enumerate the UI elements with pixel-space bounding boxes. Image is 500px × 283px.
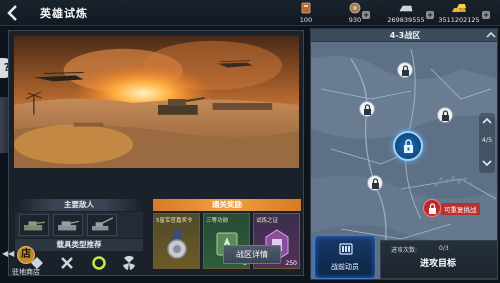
resource-gold: 3511202125 + [436,2,490,24]
add-tokens-button[interactable]: + [362,11,370,19]
attack-target-button[interactable]: 进攻目标 [403,255,473,273]
radiation-icon [123,255,135,270]
page-down-button[interactable] [481,157,493,169]
main-enemies-header: 主要敌人 [15,199,143,211]
pre-battle-mobilize-button[interactable]: 战前动员 [314,235,376,279]
vehicle-type-heavy[interactable] [91,255,107,271]
attack-panel: 进攻次数: 0/3 进攻目标 [380,240,498,279]
clear-rewards-header: 通关奖励 [153,199,301,211]
repeatable-challenge-label: 可重复挑战 [441,203,480,215]
back-button[interactable] [4,4,22,22]
base-shop-button[interactable]: ◀◀ 店 驻地商店 [2,246,62,280]
map-node-locked[interactable] [397,62,413,78]
enemy-list [15,212,143,238]
add-gold-button[interactable]: + [482,11,490,19]
resource-silver: 269839555 + [384,2,434,24]
map-node-current[interactable] [393,131,423,161]
shop-label: 驻地商店 [12,268,40,276]
page-title: 英雄试炼 [40,7,88,20]
resource-value: 100 [299,16,313,24]
enemy-artillery[interactable] [87,214,117,236]
artillery-icon [92,217,114,231]
map-collapse-button[interactable] [485,29,497,41]
reward-title: 试炼之证 [256,218,279,224]
zone-title: 4-3战区 [389,31,421,40]
resource-stamina: 100 [296,2,316,24]
enemy-tank-2[interactable] [53,214,83,236]
attack-count-label: 进攻次数: [391,247,418,254]
medal-icon [167,229,187,259]
lock-icon [372,178,379,189]
reward-count: 250 [285,260,297,267]
silver-bar-icon [399,5,413,12]
battle-scene-image [13,35,300,169]
add-silver-button[interactable]: + [426,11,434,19]
attack-count-value: 0/3 [439,245,449,252]
shop-icon: 店 [17,246,35,264]
back-arrow-icon [7,5,17,21]
zone-details-button[interactable]: 战区详情 [223,245,281,264]
resource-value: 3511202125 [438,16,480,24]
vehicle-type-artillery[interactable] [121,255,137,271]
lock-icon [404,139,413,153]
ring-icon [92,256,106,270]
stamina-icon [301,2,311,14]
lock-icon [442,110,449,121]
chevron-up-icon [486,31,496,38]
page-indicator: 4/5 [481,136,493,144]
chevron-down-icon [482,160,492,167]
enemy-tank-1[interactable] [19,214,49,236]
expand-arrows-icon: ◀◀ [2,249,15,258]
reward-officer-commendation[interactable]: 5星军官嘉奖令 [153,213,200,269]
map-node-locked[interactable] [359,101,375,117]
reward-title: 三等功勋 [206,218,229,224]
resource-value: 269839555 [387,16,425,24]
gold-bar-icon [452,4,466,12]
zone-title-bar: 4-3战区 [311,29,497,42]
tank-icon [24,221,45,231]
lock-icon [429,203,436,214]
lock-icon [364,104,371,115]
top-bar: 英雄试炼 100 930 + 269839555 + 3511202125 + [0,0,500,26]
mission-info-panel: 主要敌人 通关奖励 载具类型推荐 5星军官嘉奖令 三等功勋 试炼之证 250 战… [8,30,304,276]
chevron-up-icon [482,117,492,124]
lock-icon [402,65,409,76]
rally-icon [339,243,353,255]
medal-icon [349,2,361,14]
mobilize-label: 战前动员 [331,263,359,271]
map-node-repeatable[interactable] [423,199,441,217]
resource-tokens: 930 + [342,2,370,24]
page-up-button[interactable] [481,115,493,127]
tank-icon [58,220,80,231]
map-node-locked[interactable] [367,175,383,191]
map-node-locked[interactable] [437,107,453,123]
reward-title: 5星军官嘉奖令 [156,218,193,224]
